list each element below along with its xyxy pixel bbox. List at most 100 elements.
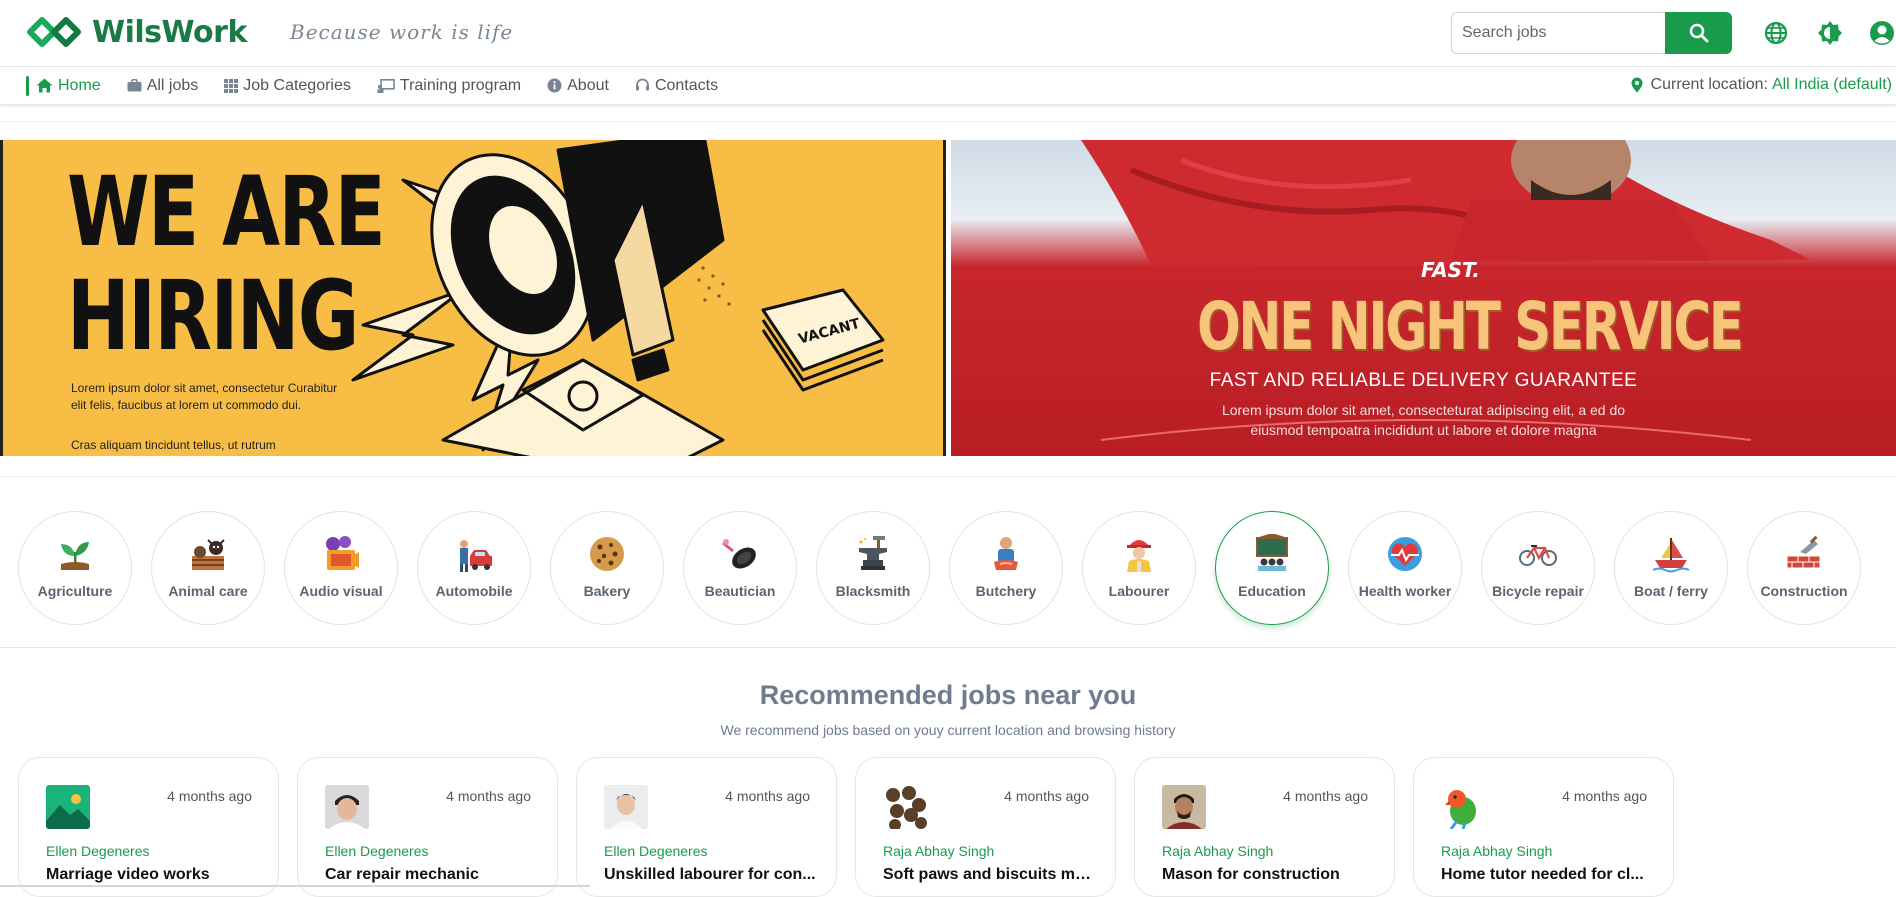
job-categories: Agriculture Animal care Audio visual Aut…	[0, 476, 1896, 648]
headset-icon	[635, 78, 649, 91]
brand-fast: FAST.	[1421, 258, 1480, 282]
job-title[interactable]: Home tutor needed for cl...	[1441, 866, 1653, 884]
hiring-description-2: Cras aliquam tincidunt tellus, ut rutrum	[71, 438, 276, 452]
category-audio-visual[interactable]: Audio visual	[284, 511, 398, 625]
job-poster-name[interactable]: Raja Abhay Singh	[883, 843, 994, 859]
hiring-description: Lorem ipsum dolor sit amet, consectetur …	[71, 381, 338, 412]
service-description: Lorem ipsum dolor sit amet, consectetura…	[1221, 402, 1626, 438]
job-poster-name[interactable]: Ellen Degeneres	[325, 843, 429, 859]
brand-name: WilsWork	[92, 14, 247, 50]
recommended-title: Recommended jobs near you	[759, 680, 1137, 710]
search-input[interactable]	[1451, 12, 1665, 54]
theme-toggle-icon[interactable]	[1817, 20, 1843, 46]
search-icon	[1689, 23, 1708, 43]
bicycle-icon	[1519, 545, 1557, 566]
parrot-photo	[1441, 785, 1485, 829]
category-label: Labourer	[1108, 583, 1170, 599]
nav-training-program[interactable]: Training program	[377, 77, 521, 95]
butcher-icon	[994, 537, 1018, 570]
category-construction[interactable]: Construction	[1747, 511, 1861, 625]
film-icon	[326, 536, 359, 570]
job-card[interactable]: 4 months ago Raja Abhay Singh Soft paws …	[855, 757, 1116, 897]
category-boat-ferry[interactable]: Boat / ferry	[1614, 511, 1728, 625]
nav-home[interactable]: Home	[36, 77, 101, 95]
active-nav-indicator	[26, 76, 29, 96]
brick-trowel-icon	[1786, 535, 1821, 569]
current-location: Current location: All India (default)	[1631, 76, 1892, 94]
category-butchery[interactable]: Butchery	[949, 511, 1063, 625]
job-card[interactable]: 4 months ago Ellen Degeneres Marriage vi…	[18, 757, 279, 897]
main-nav: Home All jobs Job Categories Training pr…	[0, 67, 1896, 104]
logo[interactable]: WilsWork	[26, 14, 247, 50]
job-poster-name[interactable]: Ellen Degeneres	[604, 843, 708, 859]
category-label: Butchery	[975, 583, 1037, 599]
job-card[interactable]: 4 months ago Ellen Degeneres Unskilled l…	[576, 757, 837, 897]
job-title[interactable]: Car repair mechanic	[325, 866, 537, 884]
person-photo	[1162, 785, 1206, 829]
category-label: Bakery	[583, 583, 631, 599]
nav-job-categories-label: Job Categories	[243, 76, 351, 94]
plant-icon	[61, 542, 89, 570]
service-subtitle: FAST AND RELIABLE DELIVERY GUARANTEE	[1209, 370, 1638, 391]
category-animal-care[interactable]: Animal care	[151, 511, 265, 625]
category-blacksmith[interactable]: Blacksmith	[816, 511, 930, 625]
category-bicycle-repair[interactable]: Bicycle repair	[1481, 511, 1595, 625]
job-title[interactable]: Soft paws and biscuits ma...	[883, 866, 1095, 884]
job-title[interactable]: Mason for construction	[1162, 866, 1374, 884]
nav-about[interactable]: About	[547, 77, 609, 95]
car-mechanic-icon	[460, 540, 492, 572]
cookie-icon	[590, 537, 624, 571]
person-photo	[325, 785, 369, 829]
nav-all-jobs-label: All jobs	[146, 76, 199, 94]
cow-icon	[192, 539, 225, 570]
job-poster-name[interactable]: Raja Abhay Singh	[1441, 843, 1552, 859]
job-posted-time: 4 months ago	[1562, 788, 1647, 804]
chalkboard-icon	[377, 78, 395, 93]
boat-icon	[1652, 538, 1690, 573]
nav-home-label: Home	[58, 76, 101, 94]
biscuits-photo	[883, 785, 927, 829]
location-value[interactable]: All India (default)	[1772, 76, 1892, 94]
job-poster-name[interactable]: Ellen Degeneres	[46, 843, 150, 859]
category-labourer[interactable]: Labourer	[1082, 511, 1196, 625]
logo-mark-icon	[27, 17, 81, 47]
recommended-subtitle: We recommend jobs based on youy current …	[720, 722, 1176, 738]
home-icon	[36, 78, 53, 93]
tagline: Because work is life	[290, 20, 514, 44]
category-bakery[interactable]: Bakery	[550, 511, 664, 625]
job-card[interactable]: 4 months ago Raja Abhay Singh Mason for …	[1134, 757, 1395, 897]
job-poster-name[interactable]: Raja Abhay Singh	[1162, 843, 1273, 859]
map-pin-icon	[1631, 77, 1643, 93]
grid-icon	[224, 78, 239, 93]
job-card[interactable]: 4 months ago Raja Abhay Singh Home tutor…	[1413, 757, 1674, 897]
category-agriculture[interactable]: Agriculture	[18, 511, 132, 625]
job-posted-time: 4 months ago	[725, 788, 810, 804]
promo-banners: WE ARE HIRING Lorem ipsum dolor sit amet…	[0, 140, 1896, 456]
job-title[interactable]: Marriage video works	[46, 866, 258, 884]
nav-job-categories[interactable]: Job Categories	[224, 77, 351, 95]
category-label: Construction	[1760, 583, 1848, 599]
category-automobile[interactable]: Automobile	[417, 511, 531, 625]
divider	[0, 121, 1896, 122]
category-education[interactable]: Education	[1215, 511, 1329, 625]
category-label: Agriculture	[37, 583, 113, 599]
nav-about-label: About	[567, 76, 609, 94]
job-posted-time: 4 months ago	[167, 788, 252, 804]
info-icon	[547, 78, 562, 93]
classroom-icon	[1256, 534, 1288, 571]
language-globe-icon[interactable]	[1763, 20, 1789, 46]
person-photo	[604, 785, 648, 829]
user-account-icon[interactable]	[1869, 20, 1895, 46]
hiring-banner[interactable]: WE ARE HIRING Lorem ipsum dolor sit amet…	[0, 140, 946, 456]
nav-contacts[interactable]: Contacts	[635, 77, 718, 95]
job-posted-time: 4 months ago	[1283, 788, 1368, 804]
job-posted-time: 4 months ago	[1004, 788, 1089, 804]
job-title[interactable]: Unskilled labourer for con...	[604, 866, 816, 884]
job-card[interactable]: 4 months ago Ellen Degeneres Car repair …	[297, 757, 558, 897]
worker-icon	[1127, 540, 1151, 572]
category-health-worker[interactable]: Health worker	[1348, 511, 1462, 625]
category-beautician[interactable]: Beautician	[683, 511, 797, 625]
search-button[interactable]	[1665, 12, 1732, 54]
nav-all-jobs[interactable]: All jobs	[127, 76, 199, 95]
delivery-banner[interactable]: FAST. ONE NIGHT SERVICE FAST AND RELIABL…	[951, 140, 1896, 456]
